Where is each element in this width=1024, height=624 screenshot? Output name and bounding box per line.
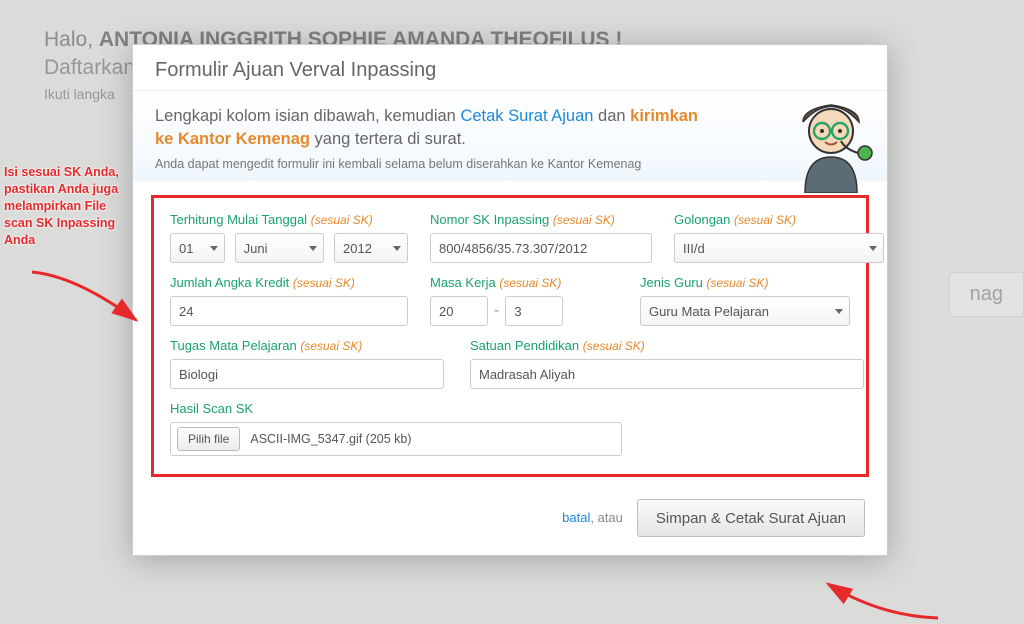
chevron-down-icon — [835, 309, 843, 314]
input-masa-kerja-a[interactable] — [430, 296, 488, 326]
input-tugas-mapel[interactable] — [170, 359, 444, 389]
cancel-link[interactable]: batal — [562, 510, 590, 525]
simpan-cetak-button[interactable]: Simpan & Cetak Surat Ajuan — [637, 499, 865, 537]
annotation-callout: Isi sesuai SK Anda, pastikan Anda juga m… — [4, 164, 128, 248]
label-satuan-pendidikan: Satuan Pendidikan (sesuai SK) — [470, 338, 850, 353]
select-month[interactable]: Juni — [235, 233, 324, 263]
label-angka-kredit: Jumlah Angka Kredit (sesuai SK) — [170, 275, 408, 290]
input-nomor-sk[interactable] — [430, 233, 652, 263]
file-input-wrap: Pilih file ASCII-IMG_5347.gif (205 kb) — [170, 422, 622, 456]
label-jenis-guru: Jenis Guru (sesuai SK) — [640, 275, 850, 290]
modal-footer: batal, atau Simpan & Cetak Surat Ajuan — [133, 485, 887, 555]
input-satuan-pendidikan[interactable] — [470, 359, 864, 389]
field-golongan: Golongan (sesuai SK) III/d — [674, 212, 884, 263]
field-tugas-mapel: Tugas Mata Pelajaran (sesuai SK) — [170, 338, 448, 389]
file-name-text: ASCII-IMG_5347.gif (205 kb) — [250, 432, 411, 446]
field-angka-kredit: Jumlah Angka Kredit (sesuai SK) — [170, 275, 408, 326]
form-highlight-box: Terhitung Mulai Tanggal (sesuai SK) 01 J… — [151, 195, 869, 477]
field-hasil-scan: Hasil Scan SK Pilih file ASCII-IMG_5347.… — [170, 401, 850, 456]
modal-dialog: Formulir Ajuan Verval Inpassing Lengkapi… — [132, 44, 888, 556]
chevron-down-icon — [309, 246, 317, 251]
intro-main-text: Lengkapi kolom isian dibawah, kemudian C… — [155, 105, 715, 151]
assistant-avatar-icon — [785, 97, 877, 193]
field-satuan-pendidikan: Satuan Pendidikan (sesuai SK) — [470, 338, 850, 389]
chevron-down-icon — [393, 246, 401, 251]
select-year[interactable]: 2012 — [334, 233, 408, 263]
choose-file-button[interactable]: Pilih file — [177, 427, 240, 451]
modal-intro: Lengkapi kolom isian dibawah, kemudian C… — [133, 91, 887, 181]
intro-sub-text: Anda dapat mengedit formulir ini kembali… — [155, 157, 865, 171]
label-tugas-mapel: Tugas Mata Pelajaran (sesuai SK) — [170, 338, 448, 353]
label-masa-kerja: Masa Kerja (sesuai SK) — [430, 275, 618, 290]
atau-text: , atau — [590, 510, 623, 525]
label-golongan: Golongan (sesuai SK) — [674, 212, 884, 227]
intro-part-c: yang tertera di surat. — [310, 130, 466, 148]
intro-part-b: dan — [593, 107, 630, 125]
field-jenis-guru: Jenis Guru (sesuai SK) Guru Mata Pelajar… — [640, 275, 850, 326]
select-golongan[interactable]: III/d — [674, 233, 884, 263]
field-nomor-sk: Nomor SK Inpassing (sesuai SK) — [430, 212, 652, 263]
select-day[interactable]: 01 — [170, 233, 225, 263]
input-angka-kredit[interactable] — [170, 296, 408, 326]
intro-part-a: Lengkapi kolom isian dibawah, kemudian — [155, 107, 460, 125]
input-masa-kerja-b[interactable] — [505, 296, 563, 326]
label-hasil-scan: Hasil Scan SK — [170, 401, 850, 416]
field-terhitung-mulai-tanggal: Terhitung Mulai Tanggal (sesuai SK) 01 J… — [170, 212, 408, 263]
link-cetak-surat[interactable]: Cetak Surat Ajuan — [460, 107, 593, 125]
chevron-down-icon — [210, 246, 218, 251]
dash-separator: - — [494, 302, 499, 320]
label-nomor-sk: Nomor SK Inpassing (sesuai SK) — [430, 212, 652, 227]
chevron-down-icon — [869, 246, 877, 251]
select-jenis-guru[interactable]: Guru Mata Pelajaran — [640, 296, 850, 326]
modal-title: Formulir Ajuan Verval Inpassing — [133, 45, 887, 91]
field-masa-kerja: Masa Kerja (sesuai SK) - — [430, 275, 618, 326]
label-tmt: Terhitung Mulai Tanggal (sesuai SK) — [170, 212, 408, 227]
